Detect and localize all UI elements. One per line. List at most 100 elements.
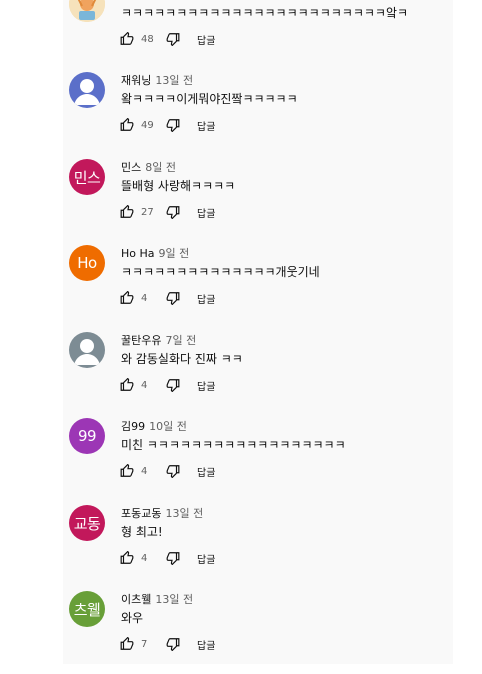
comment-item: 츠웰 이츠웰 13일 전와우 7 답글 xyxy=(63,591,453,664)
avatar-initials: 츠웰 xyxy=(73,600,101,619)
thumb-up-icon xyxy=(120,378,134,391)
avatar[interactable]: 교동 xyxy=(69,505,105,541)
avatar[interactable] xyxy=(69,72,105,108)
reply-button[interactable]: 답글 xyxy=(197,291,215,306)
thumb-up-icon xyxy=(120,118,134,131)
comment-author[interactable]: Ho Ha xyxy=(121,247,155,260)
thumb-down-icon xyxy=(166,119,180,132)
comment-text: 왘ㅋㅋㅋㅋ이게뭐야진짴ㅋㅋㅋㅋㅋ xyxy=(121,92,298,106)
thumb-up-icon xyxy=(120,637,134,650)
reply-button[interactable]: 답글 xyxy=(197,32,215,47)
comment-author[interactable]: 꿀탄우유 xyxy=(121,334,161,347)
thumb-up-icon xyxy=(120,291,134,304)
comment-item: 교동 포동교동 13일 전형 최고! 4 답글 xyxy=(63,505,453,591)
comment-actions: 49 답글 xyxy=(119,117,215,133)
comment-header: 김99 10일 전 xyxy=(121,418,187,434)
dislike-button[interactable] xyxy=(165,463,181,479)
thumb-down-icon xyxy=(166,33,180,46)
comment-item: 재워닝 13일 전왘ㅋㅋㅋㅋ이게뭐야진짴ㅋㅋㅋㅋㅋ 49 답글 xyxy=(63,72,453,158)
comment-text: ㅋㅋㅋㅋㅋㅋㅋㅋㅋㅋㅋㅋㅋㅋㅋㅋㅋㅋㅋㅋㅋㅋㅋㅋ앜ㅋ xyxy=(121,6,409,20)
like-button[interactable] xyxy=(119,550,135,566)
thumb-down-icon xyxy=(166,552,180,565)
like-count: 4 xyxy=(141,292,148,304)
avatar[interactable] xyxy=(69,332,105,368)
comment-item: 꿀탄우유 7일 전와 감동실화다 진짜 ㅋㅋ 4 답글 xyxy=(63,332,453,418)
comment-text: 형 최고! xyxy=(121,525,163,539)
reply-button[interactable]: 답글 xyxy=(197,378,215,393)
thumb-up-icon xyxy=(120,551,134,564)
comment-header: Ho Ha 9일 전 xyxy=(121,245,189,261)
comment-time[interactable]: 13일 전 xyxy=(165,507,203,520)
like-count: 7 xyxy=(141,638,148,650)
thumb-up-icon xyxy=(120,205,134,218)
like-count: 27 xyxy=(141,206,154,218)
like-count: 4 xyxy=(141,465,148,477)
comment-actions: 4 답글 xyxy=(119,550,215,566)
dislike-button[interactable] xyxy=(165,204,181,220)
like-button[interactable] xyxy=(119,31,135,47)
comment-author[interactable]: 김99 xyxy=(121,420,145,433)
like-button[interactable] xyxy=(119,636,135,652)
comment-author[interactable]: 이츠웰 xyxy=(121,593,151,606)
comment-item-partial: ㅋㅋㅋㅋㅋㅋㅋㅋㅋㅋㅋㅋㅋㅋㅋㅋㅋㅋㅋㅋㅋㅋㅋㅋ앜ㅋ 48 답글 xyxy=(63,0,453,72)
thumb-down-icon xyxy=(166,465,180,478)
comment-actions: 4 답글 xyxy=(119,377,215,393)
thumb-down-icon xyxy=(166,379,180,392)
comment-actions: 7 답글 xyxy=(119,636,215,652)
reply-button[interactable]: 답글 xyxy=(197,637,215,652)
comment-header: 꿀탄우유 7일 전 xyxy=(121,332,196,348)
comment-text: 뜰배형 사랑해ㅋㅋㅋㅋ xyxy=(121,179,236,193)
like-count: 49 xyxy=(141,119,154,131)
comment-time[interactable]: 8일 전 xyxy=(145,161,176,174)
comment-author[interactable]: 포동교동 xyxy=(121,507,161,520)
like-button[interactable] xyxy=(119,377,135,393)
like-button[interactable] xyxy=(119,117,135,133)
comment-time[interactable]: 13일 전 xyxy=(155,593,193,606)
comment-actions: 4 답글 xyxy=(119,463,215,479)
avatar-image-icon xyxy=(69,0,105,22)
dislike-button[interactable] xyxy=(165,117,181,133)
comment-header: 이츠웰 13일 전 xyxy=(121,591,193,607)
avatar[interactable]: Ho xyxy=(69,245,105,281)
comment-item: 99 김99 10일 전미친 ㅋㅋㅋㅋㅋㅋㅋㅋㅋㅋㅋㅋㅋㅋㅋㅋㅋㅋ 4 답글 xyxy=(63,418,453,504)
reply-button[interactable]: 답글 xyxy=(197,118,215,133)
dislike-button[interactable] xyxy=(165,550,181,566)
comment-author[interactable]: 재워닝 xyxy=(121,74,151,87)
thumb-down-icon xyxy=(166,206,180,219)
comment-text: 와 감동실화다 진짜 ㅋㅋ xyxy=(121,352,243,366)
avatar-initials: 민스 xyxy=(73,168,101,187)
comment-text: 미친 ㅋㅋㅋㅋㅋㅋㅋㅋㅋㅋㅋㅋㅋㅋㅋㅋㅋㅋ xyxy=(121,438,346,452)
comment-time[interactable]: 9일 전 xyxy=(159,247,190,260)
like-count: 4 xyxy=(141,379,148,391)
avatar[interactable]: 츠웰 xyxy=(69,591,105,627)
like-count: 4 xyxy=(141,552,148,564)
avatar[interactable]: 민스 xyxy=(69,159,105,195)
reply-button[interactable]: 답글 xyxy=(197,464,215,479)
comments-panel: ㅋㅋㅋㅋㅋㅋㅋㅋㅋㅋㅋㅋㅋㅋㅋㅋㅋㅋㅋㅋㅋㅋㅋㅋ앜ㅋ 48 답글 재워닝 13일 … xyxy=(63,0,453,664)
avatar-initials: Ho xyxy=(77,254,97,272)
comment-header: 민스 8일 전 xyxy=(121,159,176,175)
avatar[interactable] xyxy=(69,0,105,22)
avatar-initials: 99 xyxy=(77,427,97,445)
dislike-button[interactable] xyxy=(165,290,181,306)
avatar[interactable]: 99 xyxy=(69,418,105,454)
like-button[interactable] xyxy=(119,290,135,306)
thumb-down-icon xyxy=(166,292,180,305)
comment-item: 민스 민스 8일 전 뜰배형 사랑해ㅋㅋㅋㅋ 27 답글 xyxy=(63,159,453,245)
reply-button[interactable]: 답글 xyxy=(197,205,215,220)
dislike-button[interactable] xyxy=(165,377,181,393)
comment-header: 재워닝 13일 전 xyxy=(121,72,193,88)
reply-button[interactable]: 답글 xyxy=(197,551,215,566)
dislike-button[interactable] xyxy=(165,31,181,47)
like-button[interactable] xyxy=(119,204,135,220)
comment-author[interactable]: 민스 xyxy=(121,161,141,174)
like-button[interactable] xyxy=(119,463,135,479)
comment-time[interactable]: 10일 전 xyxy=(149,420,187,433)
comment-text: ㅋㅋㅋㅋㅋㅋㅋㅋㅋㅋㅋㅋㅋㅋ개웃기네 xyxy=(121,265,320,279)
comment-time[interactable]: 7일 전 xyxy=(165,334,196,347)
comment-actions: 48 답글 xyxy=(119,31,215,47)
dislike-button[interactable] xyxy=(165,636,181,652)
comment-time[interactable]: 13일 전 xyxy=(155,74,193,87)
comment-text: 와우 xyxy=(121,611,144,625)
default-avatar-icon xyxy=(74,339,100,365)
